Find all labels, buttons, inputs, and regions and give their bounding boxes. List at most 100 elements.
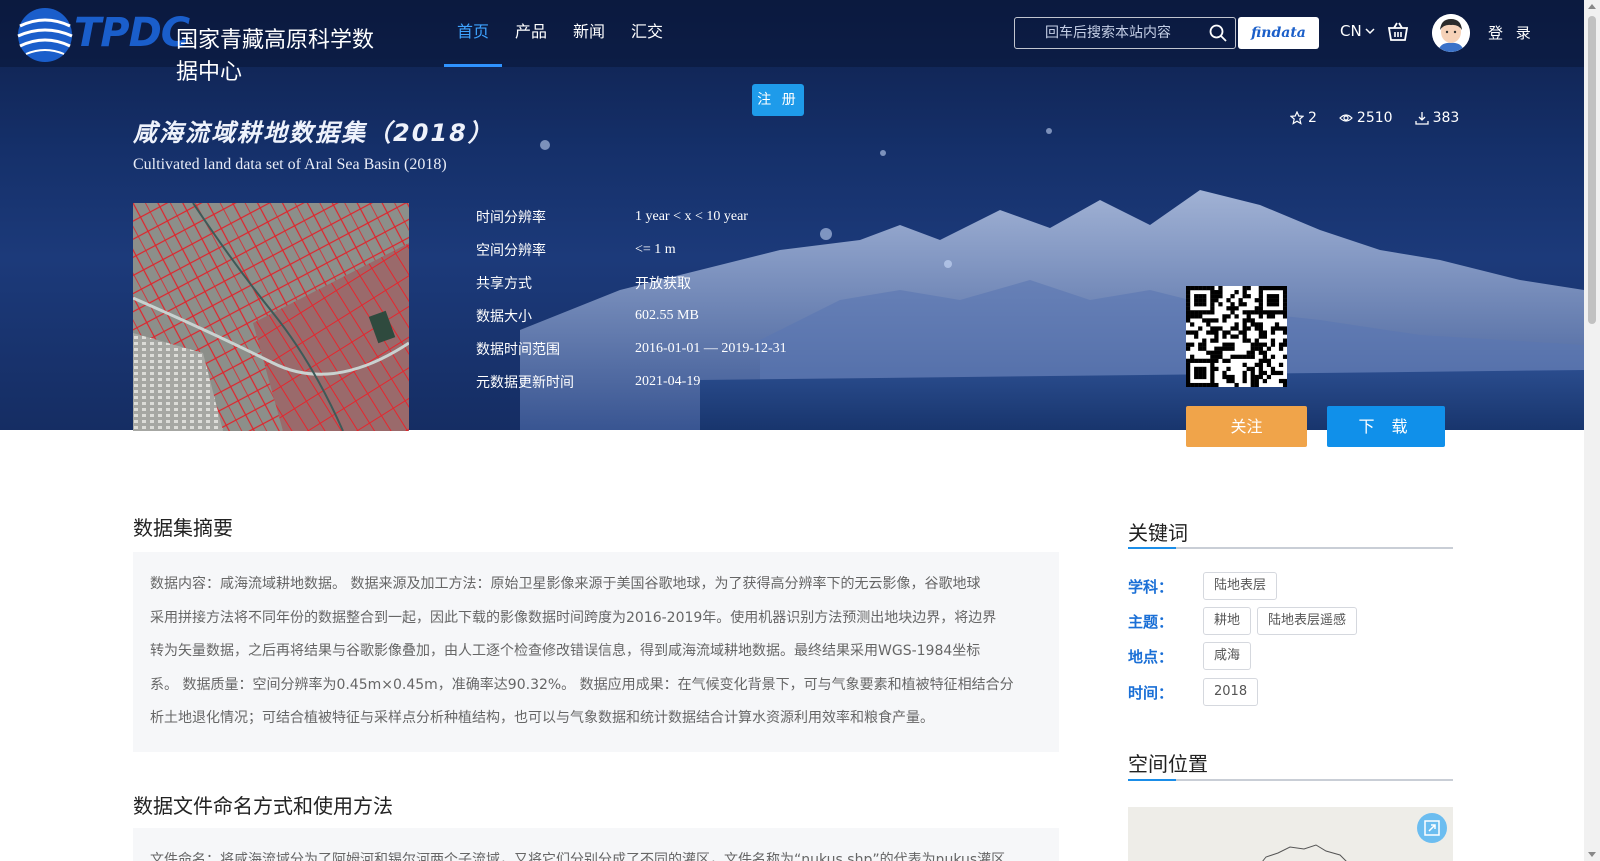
qr-module xyxy=(1282,306,1288,311)
register-button[interactable]: 注 册 xyxy=(752,84,804,116)
qr-module xyxy=(1258,314,1263,319)
qr-module xyxy=(1202,298,1207,303)
qr-module xyxy=(1258,362,1263,367)
qr-module xyxy=(1226,298,1231,303)
qr-module xyxy=(1270,366,1276,372)
qr-module xyxy=(1242,338,1247,343)
search-icon[interactable] xyxy=(1209,24,1227,42)
qr-module xyxy=(1202,370,1207,376)
qr-module xyxy=(1234,382,1239,388)
main-menu: 首页 产品 新闻 汇交 xyxy=(444,0,676,67)
qr-module xyxy=(1282,290,1288,295)
site-logo[interactable]: TPDC 国家青藏高原科学数据中心 xyxy=(14,4,394,85)
qr-module xyxy=(1186,378,1191,384)
qr-module xyxy=(1186,370,1191,376)
downloads-count: 383 xyxy=(1432,110,1460,126)
qr-module xyxy=(1198,382,1203,388)
scroll-down-arrow[interactable] xyxy=(1588,852,1596,857)
qr-module xyxy=(1230,326,1235,331)
qr-module xyxy=(1214,326,1219,331)
qr-module xyxy=(1206,350,1211,355)
qr-module xyxy=(1274,286,1280,291)
menu-item-home[interactable]: 首页 xyxy=(444,0,503,67)
qr-module xyxy=(1254,342,1259,347)
menu-item-news[interactable]: 新闻 xyxy=(560,0,618,67)
language-switcher[interactable]: CN xyxy=(1340,22,1376,40)
user-avatar[interactable] xyxy=(1432,14,1470,52)
search-input[interactable] xyxy=(1015,18,1205,48)
qr-module xyxy=(1230,378,1235,384)
keyword-tag[interactable]: 陆地表层 xyxy=(1203,572,1278,600)
dataset-thumbnail[interactable] xyxy=(133,203,409,431)
qr-module xyxy=(1226,346,1231,351)
qr-module xyxy=(1186,310,1191,315)
login-link[interactable]: 登 录 xyxy=(1488,22,1535,43)
qr-module xyxy=(1262,330,1267,335)
download-button[interactable]: 下 载 xyxy=(1327,406,1445,447)
qr-module xyxy=(1226,374,1231,380)
qr-module xyxy=(1202,358,1207,363)
qr-code-icon xyxy=(1186,286,1288,388)
qr-module xyxy=(1278,378,1284,384)
meta-row: 元数据更新时间 2021-04-19 xyxy=(476,365,787,398)
scroll-up-arrow[interactable] xyxy=(1588,4,1596,9)
scrollbar-thumb[interactable] xyxy=(1588,16,1596,324)
qr-module xyxy=(1238,330,1243,335)
stars-stat[interactable]: 2 xyxy=(1290,110,1317,126)
qr-module xyxy=(1218,326,1223,331)
follow-button[interactable]: 关注 xyxy=(1186,406,1307,447)
qr-module xyxy=(1254,378,1259,384)
meta-row: 空间分辨率 <= 1 m xyxy=(476,233,787,266)
location-map[interactable] xyxy=(1128,807,1453,861)
qr-module xyxy=(1282,330,1288,335)
qr-module xyxy=(1270,310,1276,315)
thumbnail-image xyxy=(133,203,409,431)
abstract-title: 数据集摘要 xyxy=(133,516,233,540)
qr-module xyxy=(1274,370,1280,376)
qr-module xyxy=(1186,314,1191,319)
qr-module xyxy=(1250,346,1255,351)
qr-module xyxy=(1210,378,1215,384)
qr-module xyxy=(1262,378,1267,384)
keyword-tag[interactable]: 2018 xyxy=(1203,678,1259,706)
qr-module xyxy=(1246,314,1251,319)
qr-module xyxy=(1210,370,1215,376)
abstract-body: 数据内容：咸海流域耕地数据。 数据来源及加工方法：原始卫星影像来源于美国谷歌地球… xyxy=(133,552,1059,752)
meta-value: 602.55 MB xyxy=(635,307,699,323)
keyword-row-place: 地点： 咸海 xyxy=(1128,642,1257,670)
qr-module xyxy=(1198,346,1203,351)
qr-module xyxy=(1190,342,1195,347)
qr-module xyxy=(1198,342,1203,347)
cart-icon[interactable] xyxy=(1387,21,1409,43)
keyword-tag[interactable]: 咸海 xyxy=(1203,642,1252,670)
findata-button[interactable]: findata xyxy=(1238,17,1319,49)
qr-module xyxy=(1230,342,1235,347)
qr-module xyxy=(1214,350,1219,355)
qr-module xyxy=(1258,350,1263,355)
qr-module xyxy=(1254,374,1259,380)
qr-module xyxy=(1222,374,1227,380)
keyword-tag[interactable]: 陆地表层遥感 xyxy=(1257,607,1358,635)
qr-module xyxy=(1210,362,1215,367)
qr-module xyxy=(1186,318,1191,323)
qr-module xyxy=(1190,330,1195,335)
qr-module xyxy=(1214,330,1219,335)
qr-module xyxy=(1262,334,1267,339)
qr-module xyxy=(1270,342,1276,347)
menu-item-submit[interactable]: 汇交 xyxy=(618,0,676,67)
page-scrollbar[interactable] xyxy=(1584,0,1600,861)
menu-item-products[interactable]: 产品 xyxy=(502,0,560,67)
qr-module xyxy=(1186,302,1191,307)
bokeh-dot xyxy=(944,260,952,268)
qr-module xyxy=(1246,286,1251,291)
qr-module xyxy=(1218,294,1223,299)
expand-map-button[interactable] xyxy=(1417,813,1447,843)
keyword-tag[interactable]: 耕地 xyxy=(1203,607,1252,635)
qr-module xyxy=(1238,298,1243,303)
qr-module xyxy=(1270,338,1276,343)
language-label: CN xyxy=(1340,22,1362,40)
qr-module xyxy=(1274,294,1280,299)
qr-module xyxy=(1210,330,1215,335)
qr-module xyxy=(1214,346,1219,351)
qr-module xyxy=(1206,286,1211,291)
